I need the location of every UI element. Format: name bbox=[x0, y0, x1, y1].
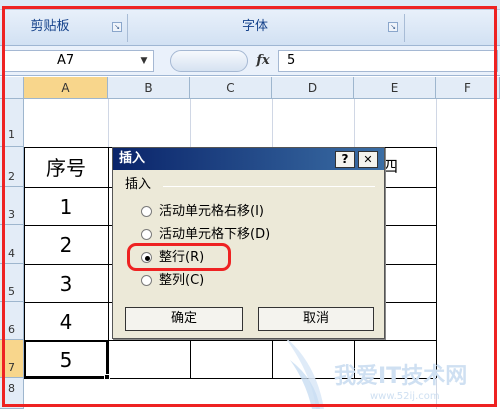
insert-dialog: 插入 ? ✕ 插入 活动单元格右移(I) 活动单元格下移(D) 整行(R) 整列… bbox=[112, 147, 385, 339]
ribbon-separator bbox=[127, 14, 128, 42]
radio-icon[interactable] bbox=[141, 206, 152, 217]
column-header-f[interactable]: F bbox=[436, 77, 500, 99]
radio-icon[interactable] bbox=[141, 275, 152, 286]
font-launcher-icon[interactable]: ↘ bbox=[388, 22, 398, 32]
insert-function-icon[interactable]: fx bbox=[250, 50, 276, 72]
group-divider bbox=[163, 186, 375, 187]
row-header-8[interactable]: 8 bbox=[0, 378, 24, 409]
ribbon-separator bbox=[404, 14, 405, 42]
close-button[interactable]: ✕ bbox=[358, 151, 378, 168]
ribbon-group-clipboard: 剪贴板 bbox=[30, 19, 70, 34]
cell-a5[interactable]: 3 bbox=[24, 265, 108, 303]
watermark-text: 我爱IT技术网 bbox=[334, 364, 468, 389]
watermark-url: www.52ij.com bbox=[370, 391, 440, 402]
help-button[interactable]: ? bbox=[335, 151, 355, 168]
row-header-1[interactable]: 1 bbox=[0, 99, 24, 147]
row-header-3[interactable]: 3 bbox=[0, 187, 24, 225]
row-header-6[interactable]: 6 bbox=[0, 302, 24, 340]
column-header-c[interactable]: C bbox=[190, 77, 272, 99]
option-label: 整列(C) bbox=[159, 273, 205, 288]
fill-handle[interactable] bbox=[104, 374, 110, 380]
option-label: 活动单元格下移(D) bbox=[159, 227, 271, 242]
column-header-d[interactable]: D bbox=[272, 77, 354, 99]
select-all-corner[interactable] bbox=[0, 77, 24, 99]
cell-a4[interactable]: 2 bbox=[24, 226, 108, 265]
option-entire-column[interactable]: 整列(C) bbox=[141, 271, 361, 291]
row-header-5[interactable]: 5 bbox=[0, 264, 24, 302]
cell-a2[interactable]: 序号 bbox=[24, 148, 108, 188]
row-header-4[interactable]: 4 bbox=[0, 225, 24, 264]
name-box-dropdown-icon[interactable]: ▼ bbox=[136, 52, 152, 70]
name-box[interactable]: A7 bbox=[2, 50, 154, 72]
highlight-annotation bbox=[127, 243, 231, 271]
option-shift-right[interactable]: 活动单元格右移(I) bbox=[141, 202, 361, 222]
radio-icon[interactable] bbox=[141, 229, 152, 240]
cancel-button[interactable]: 取消 bbox=[258, 307, 374, 331]
option-label: 活动单元格右移(I) bbox=[159, 204, 264, 219]
formula-input[interactable]: 5 bbox=[278, 50, 498, 72]
option-shift-down[interactable]: 活动单元格下移(D) bbox=[141, 225, 361, 245]
cell-a7-active[interactable]: 5 bbox=[24, 340, 108, 378]
ribbon-top-bar bbox=[0, 0, 500, 10]
column-header-e[interactable]: E bbox=[354, 77, 436, 99]
ok-button[interactable]: 确定 bbox=[125, 307, 243, 331]
group-label: 插入 bbox=[125, 177, 152, 192]
row-header-2[interactable]: 2 bbox=[0, 147, 24, 187]
column-header-a[interactable]: A bbox=[24, 77, 108, 99]
column-header-b[interactable]: B bbox=[108, 77, 190, 99]
ribbon-group-font: 字体 bbox=[241, 19, 268, 34]
clipboard-launcher-icon[interactable]: ↘ bbox=[112, 22, 122, 32]
formula-bar-splitter[interactable] bbox=[170, 50, 248, 72]
cell-a6[interactable]: 4 bbox=[24, 303, 108, 341]
row-header-7[interactable]: 7 bbox=[0, 340, 24, 378]
cell-e2-text[interactable]: 四 bbox=[382, 150, 412, 184]
cell-a3[interactable]: 1 bbox=[24, 188, 108, 226]
dialog-title: 插入 bbox=[119, 151, 146, 166]
